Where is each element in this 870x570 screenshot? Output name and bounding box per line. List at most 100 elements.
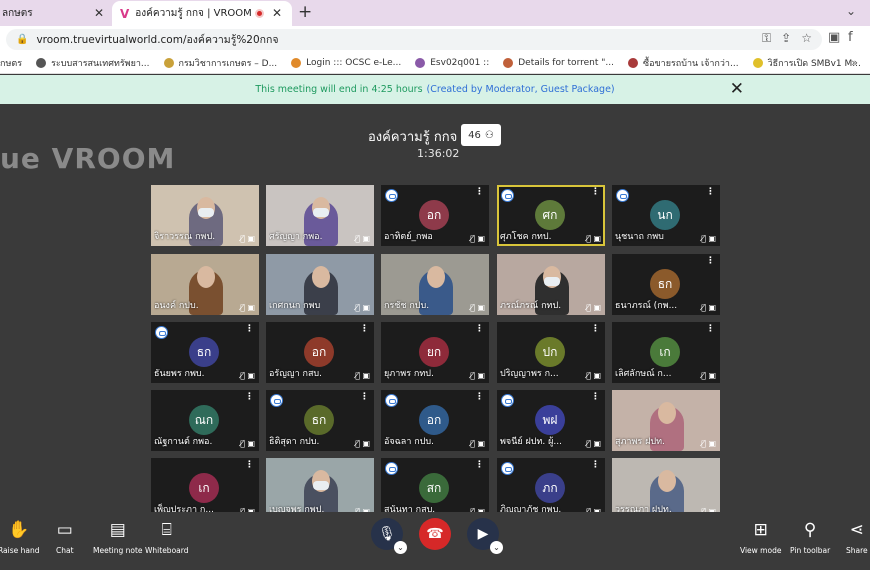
end-call-button[interactable]: ☎	[419, 518, 451, 550]
bookmark-item[interactable]: Details for torrent "...	[503, 57, 614, 68]
more-options-icon[interactable]: ⋮	[360, 392, 369, 402]
participant-tile[interactable]: เก ⋮ เลิศลักษณ์ ก... 🎙̸ ▣	[612, 322, 720, 383]
more-options-icon[interactable]: ⋮	[591, 460, 600, 470]
view-mode-button[interactable]: ⊞ View mode	[740, 520, 781, 555]
site-icon	[503, 57, 514, 68]
more-options-icon[interactable]: ⋮	[475, 324, 484, 334]
facebook-icon[interactable]: f	[848, 30, 853, 45]
participant-tile[interactable]: ศรัญญา กพอ. 🎙̸ ▣	[266, 185, 374, 246]
more-options-icon[interactable]: ⋮	[591, 187, 600, 197]
participant-tile[interactable]: พฝ ⋮ พจนีย์ ฝปท. ผู้... 🎙̸ ▣	[497, 390, 605, 451]
bookmark-item[interactable]: ระบบสารสนเทศทรัพยา...	[36, 56, 150, 70]
participant-tile[interactable]: อนงค์ กปบ. 🎙̸ ▣	[151, 254, 259, 315]
chevron-down-icon[interactable]: ⌄	[394, 541, 407, 554]
share-page-icon[interactable]: ⇪	[781, 31, 791, 46]
more-options-icon[interactable]: ⋮	[706, 324, 715, 334]
participant-tile[interactable]: ธก ⋮ ธิติสุดา กปบ. 🎙̸ ▣	[266, 390, 374, 451]
more-options-icon[interactable]: ⋮	[360, 324, 369, 334]
bookmark-item[interactable]: Login ::: OCSC e-Le...	[291, 57, 401, 68]
participant-tile[interactable]: เกศกนก กพบ 🎙̸ ▣	[266, 254, 374, 315]
raise-hand-button[interactable]: ✋ Raise hand	[0, 520, 40, 555]
participant-name: อัจฉลา กปบ.	[384, 437, 434, 447]
chevron-down-icon[interactable]: ⌄	[846, 4, 856, 18]
bookmark-item[interactable]: วิธีการเปิด SMBv1 M...	[752, 56, 861, 70]
mute-mic-button[interactable]: 🎙 ⌄	[371, 518, 407, 554]
close-tab-icon[interactable]: ✕	[272, 6, 282, 20]
share-button[interactable]: ⋖ Share	[846, 520, 868, 555]
bookmark-item[interactable]: กษตร	[0, 56, 22, 70]
more-bookmarks-icon[interactable]: »	[851, 56, 858, 69]
chat-button[interactable]: ▭ Chat	[56, 520, 74, 555]
bookmarks-bar: กษตร ระบบสารสนเทศทรัพยา... กรมวิชาการเกษ…	[0, 52, 870, 74]
close-tab-icon[interactable]: ✕	[94, 6, 104, 20]
meeting-note-button[interactable]: ▤ Meeting note	[93, 520, 143, 555]
participant-tile[interactable]: เก⋮เพ็ญประภา ก...🎙̸ ▣	[151, 458, 259, 519]
participant-tile[interactable]: วรรณภา ฝปท.🎙̸ ▣	[612, 458, 720, 519]
pin-toolbar-button[interactable]: ⚲ Pin toolbar	[790, 520, 830, 555]
participant-tile[interactable]: ภก⋮ภิญญาภัช กพบ.🎙̸ ▣	[497, 458, 605, 519]
new-tab-icon[interactable]: +	[298, 2, 312, 22]
site-icon	[752, 57, 763, 68]
mic-off-icon: 🎙	[378, 526, 396, 542]
whiteboard-icon: ⌸	[161, 520, 172, 540]
participant-avatar: ธก	[650, 269, 680, 299]
pin-icon: ⚲	[803, 520, 817, 540]
participant-tile[interactable]: อก ⋮ อาทิตย์_กพอ 🎙̸ ▣	[381, 185, 489, 246]
bookmark-item[interactable]: Esv02q001 ::	[415, 57, 489, 68]
participant-tile[interactable]: นก ⋮ นุชนาถ กพบ 🎙̸ ▣	[612, 185, 720, 246]
grid-icon: ⊞	[753, 520, 768, 540]
more-options-icon[interactable]: ⋮	[245, 392, 254, 402]
muted-icon: 🎙̸ ▣	[701, 303, 716, 312]
participant-count-button[interactable]: 46 ⚇	[461, 124, 501, 146]
more-options-icon[interactable]: ⋮	[591, 324, 600, 334]
device-icon	[270, 394, 283, 407]
muted-icon: 🎙̸ ▣	[355, 439, 370, 448]
muted-icon: 🎙̸ ▣	[470, 234, 485, 243]
more-options-icon[interactable]: ⋮	[706, 256, 715, 266]
close-icon[interactable]: ✕	[730, 79, 744, 99]
bookmark-item[interactable]: ซื้อขายรถบ้าน เจ้ากว่า...	[627, 56, 739, 70]
more-options-icon[interactable]: ⋮	[245, 460, 254, 470]
browser-tab-active[interactable]: V องค์ความรู้ กกจ | VROOM ✕	[112, 1, 292, 26]
participant-avatar: ยก	[419, 337, 449, 367]
participant-tile[interactable]: ภรณ์ภรณ์ กทป. 🎙̸ ▣	[497, 254, 605, 315]
participant-tile[interactable]: ณก ⋮ ณัฐกานต์ กพอ. 🎙̸ ▣	[151, 390, 259, 451]
participant-tile[interactable]: ธก ⋮ ธันยพร กพบ. 🎙̸ ▣	[151, 322, 259, 383]
chevron-down-icon[interactable]: ⌄	[490, 541, 503, 554]
more-options-icon[interactable]: ⋮	[475, 187, 484, 197]
participant-name: อนงค์ กปบ.	[154, 301, 199, 311]
participant-tile[interactable]: สุภาพร ฝปท. 🎙̸ ▣	[612, 390, 720, 451]
participant-tile[interactable]: จิราวรรณ กพป. 🎙̸ ▣	[151, 185, 259, 246]
extension-icon[interactable]: ▣	[828, 30, 840, 45]
more-options-icon[interactable]: ⋮	[475, 460, 484, 470]
participant-tile[interactable]: กรชัช กปบ. 🎙̸ ▣	[381, 254, 489, 315]
camera-toggle-button[interactable]: ▶ ⌄	[467, 518, 503, 554]
whiteboard-button[interactable]: ⌸ Whiteboard	[145, 520, 188, 555]
muted-icon: 🎙̸ ▣	[586, 371, 601, 380]
key-icon[interactable]: ⚿	[762, 31, 771, 46]
more-options-icon[interactable]: ⋮	[475, 392, 484, 402]
url-text: vroom.truevirtualworld.com/องค์ความรู้%2…	[36, 34, 279, 46]
participant-tile[interactable]: อก ⋮ อรัญญา กสบ. 🎙̸ ▣	[266, 322, 374, 383]
participant-name: ยุภาพร กทป.	[384, 369, 434, 379]
browser-tab[interactable]: ลกษตร ✕	[0, 1, 112, 26]
participant-tile[interactable]: ศก ⋮ ศุภโชค กทป. 🎙̸ ▣	[497, 185, 605, 246]
vroom-logo-icon: V	[120, 6, 130, 21]
more-options-icon[interactable]: ⋮	[706, 187, 715, 197]
face-mask	[198, 208, 214, 217]
participant-tile[interactable]: ธก ⋮ ธนาภรณ์ (กพ... 🎙̸ ▣	[612, 254, 720, 315]
more-options-icon[interactable]: ⋮	[591, 392, 600, 402]
more-options-icon[interactable]: ⋮	[245, 324, 254, 334]
url-field[interactable]: 🔒 vroom.truevirtualworld.com/องค์ความรู้…	[6, 29, 822, 50]
participant-avatar: สก	[419, 473, 449, 503]
notice-link[interactable]: (Created by Moderator, Guest Package)	[427, 84, 615, 95]
star-icon[interactable]: ☆	[801, 31, 812, 46]
participant-tile[interactable]: ปก ⋮ ปริญญาพร ก... 🎙̸ ▣	[497, 322, 605, 383]
muted-icon: 🎙̸ ▣	[240, 303, 255, 312]
participant-tile[interactable]: สก⋮สุนันทา กสบ.🎙̸ ▣	[381, 458, 489, 519]
bookmark-item[interactable]: กรมวิชาการเกษตร – D...	[163, 56, 277, 70]
participant-tile[interactable]: เบญจพร กพป.🎙̸ ▣	[266, 458, 374, 519]
muted-icon: 🎙̸ ▣	[355, 303, 370, 312]
participant-tile[interactable]: อก ⋮ อัจฉลา กปบ. 🎙̸ ▣	[381, 390, 489, 451]
participant-tile[interactable]: ยก ⋮ ยุภาพร กทป. 🎙̸ ▣	[381, 322, 489, 383]
